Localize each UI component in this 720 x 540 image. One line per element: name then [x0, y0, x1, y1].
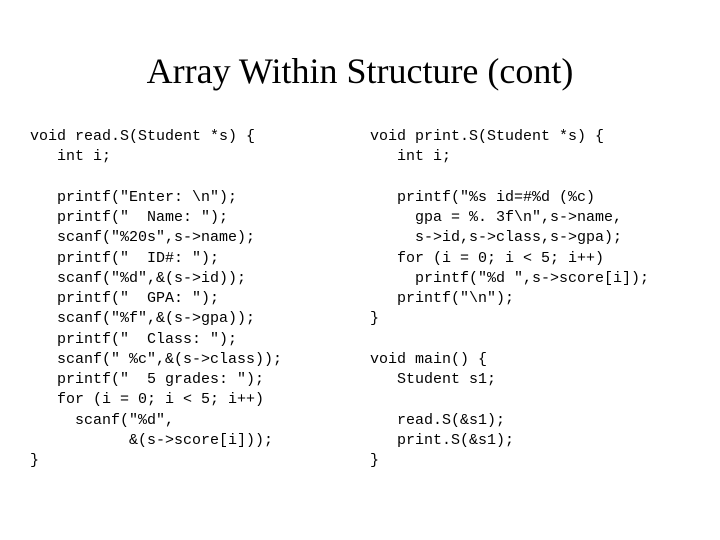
code-line: void print.S(Student *s) { — [370, 128, 604, 145]
code-line: } — [370, 452, 379, 469]
code-line: printf("%s id=#%d (%c) — [370, 189, 595, 206]
code-line: void main() { — [370, 351, 487, 368]
slide-title: Array Within Structure (cont) — [30, 50, 690, 92]
left-code-column: void read.S(Student *s) { int i; printf(… — [30, 127, 350, 471]
code-columns: void read.S(Student *s) { int i; printf(… — [30, 127, 690, 471]
code-line: scanf(" %c",&(s->class)); — [30, 351, 282, 368]
code-line: Student s1; — [370, 371, 496, 388]
code-line: printf(" ID#: "); — [30, 250, 219, 267]
code-line: print.S(&s1); — [370, 432, 514, 449]
slide: Array Within Structure (cont) void read.… — [0, 0, 720, 540]
code-line: printf(" GPA: "); — [30, 290, 219, 307]
code-line: printf("%d ",s->score[i]); — [370, 270, 649, 287]
code-line: printf(" Class: "); — [30, 331, 237, 348]
code-line: scanf("%d",&(s->id)); — [30, 270, 246, 287]
code-line: printf(" Name: "); — [30, 209, 228, 226]
code-line: void read.S(Student *s) { — [30, 128, 255, 145]
right-code-column: void print.S(Student *s) { int i; printf… — [370, 127, 690, 471]
code-line: printf(" 5 grades: "); — [30, 371, 264, 388]
code-line: printf("\n"); — [370, 290, 514, 307]
code-line: for (i = 0; i < 5; i++) — [30, 391, 264, 408]
code-line: int i; — [30, 148, 111, 165]
code-line: s->id,s->class,s->gpa); — [370, 229, 622, 246]
code-line: scanf("%20s",s->name); — [30, 229, 255, 246]
code-line: gpa = %. 3f\n",s->name, — [370, 209, 622, 226]
code-line: for (i = 0; i < 5; i++) — [370, 250, 604, 267]
code-line: scanf("%d", — [30, 412, 174, 429]
code-line: scanf("%f",&(s->gpa)); — [30, 310, 255, 327]
code-line: printf("Enter: \n"); — [30, 189, 237, 206]
code-line: } — [30, 452, 39, 469]
code-line: &(s->score[i])); — [30, 432, 273, 449]
code-line: } — [370, 310, 379, 327]
code-line: int i; — [370, 148, 451, 165]
code-line: read.S(&s1); — [370, 412, 505, 429]
